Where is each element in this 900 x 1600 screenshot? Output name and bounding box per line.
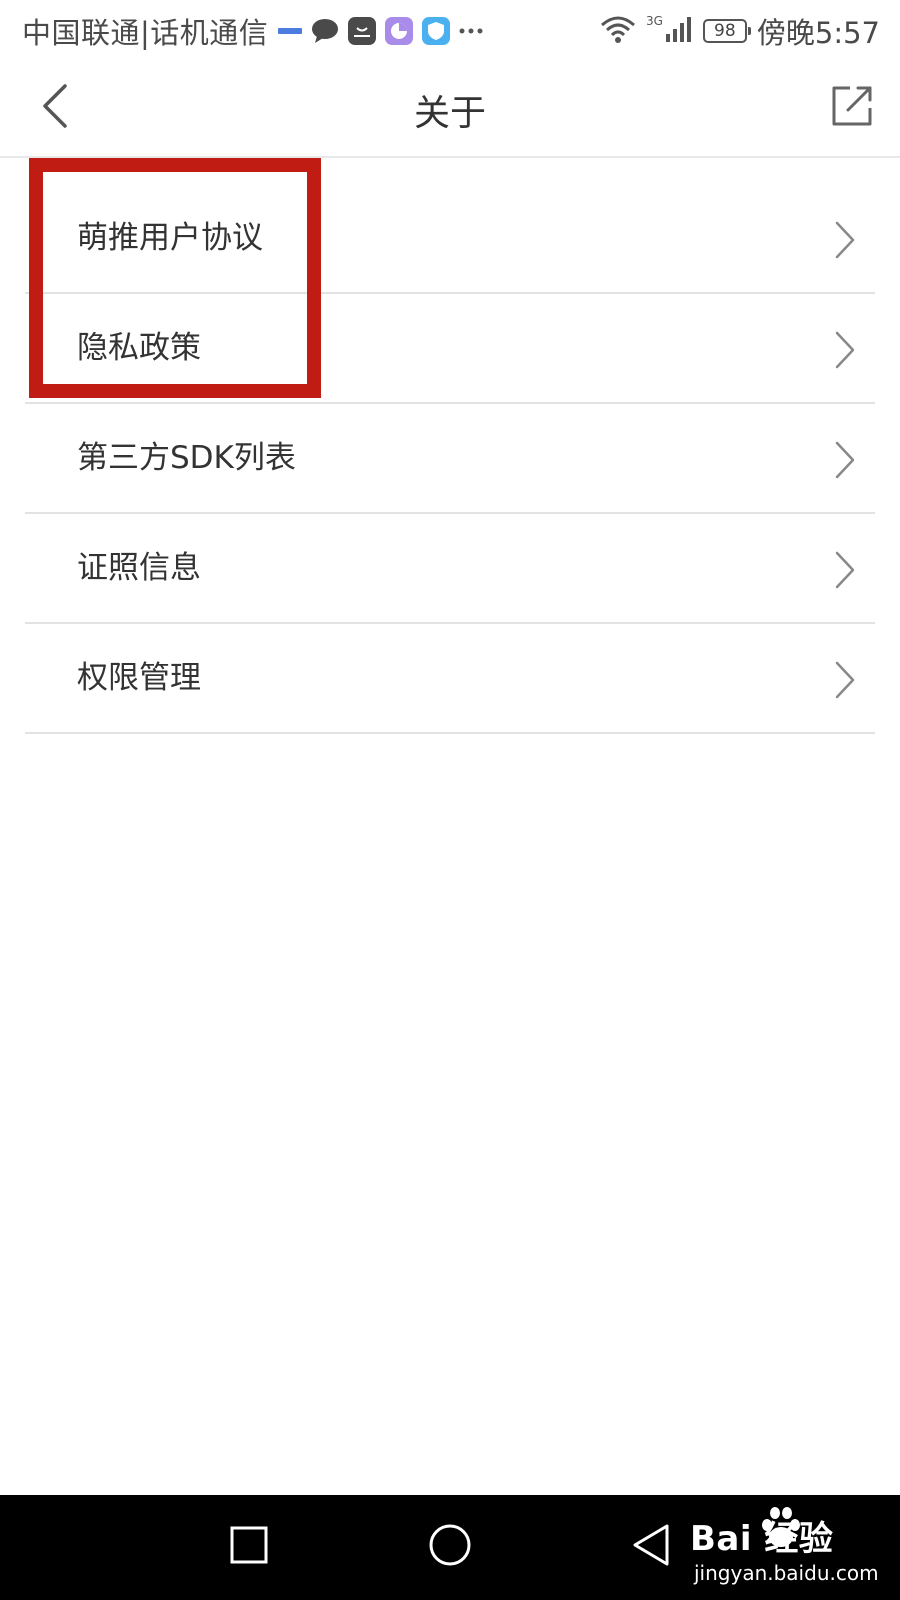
menu-item-label: 权限管理 [77, 660, 201, 696]
battery-level: 98 [714, 21, 736, 41]
battery-icon: 98 [702, 19, 751, 43]
chat-icon [311, 18, 339, 44]
home-button[interactable] [425, 1522, 475, 1572]
share-icon [830, 84, 874, 132]
carrier-label: 中国联通|话机通信 [22, 16, 269, 50]
menu-item-label: 第三方SDK列表 [77, 440, 296, 476]
purple-app-icon [385, 17, 414, 45]
home-icon [428, 1523, 472, 1571]
huawei-store-icon [348, 17, 377, 45]
carrier-tag-icon [278, 17, 303, 45]
status-right: 3G 98 傍晚5:57 [600, 12, 880, 50]
baidu-jingyan-watermark: Bai 经验 jingyan.baidu.com [690, 1505, 890, 1593]
network-type-label: 3G [645, 14, 663, 28]
recent-apps-icon [229, 1525, 269, 1569]
chevron-right-icon [833, 550, 857, 590]
menu-item-third-party-sdk[interactable]: 第三方SDK列表 [25, 404, 875, 514]
chevron-right-icon [833, 440, 857, 480]
menu-item-label: 证照信息 [77, 550, 201, 586]
menu-item-license-info[interactable]: 证照信息 [25, 514, 875, 624]
menu-item-label: 萌推用户协议 [77, 220, 263, 256]
signal-icon [665, 15, 693, 47]
more-icon [459, 17, 483, 45]
baidu-paw-icon [758, 1505, 804, 1551]
menu-item-permission-management[interactable]: 权限管理 [25, 624, 875, 734]
system-navigation-bar: Bai 经验 jingyan.baidu.com [0, 1495, 900, 1600]
chevron-right-icon [833, 330, 857, 370]
menu-item-user-agreement[interactable]: 萌推用户协议 [25, 184, 875, 294]
menu-item-privacy-policy[interactable]: 隐私政策 [25, 294, 875, 404]
back-icon [631, 1523, 671, 1571]
wifi-icon [600, 15, 636, 47]
app-header: 关于 [0, 62, 900, 158]
status-bar: 中国联通|话机通信 3G 98 傍晚5:57 [0, 0, 900, 62]
recent-apps-button[interactable] [224, 1522, 274, 1572]
shield-app-icon [422, 17, 451, 45]
clock: 傍晚5:57 [756, 16, 880, 50]
share-button[interactable] [828, 84, 876, 132]
watermark-url: jingyan.baidu.com [694, 1561, 879, 1585]
menu-item-label: 隐私政策 [77, 330, 201, 366]
status-left: 中国联通|话机通信 [22, 12, 483, 50]
notification-icons [278, 17, 483, 45]
nav-back-button[interactable] [626, 1522, 676, 1572]
chevron-right-icon [833, 660, 857, 700]
chevron-right-icon [833, 220, 857, 260]
page-title: 关于 [413, 93, 486, 134]
